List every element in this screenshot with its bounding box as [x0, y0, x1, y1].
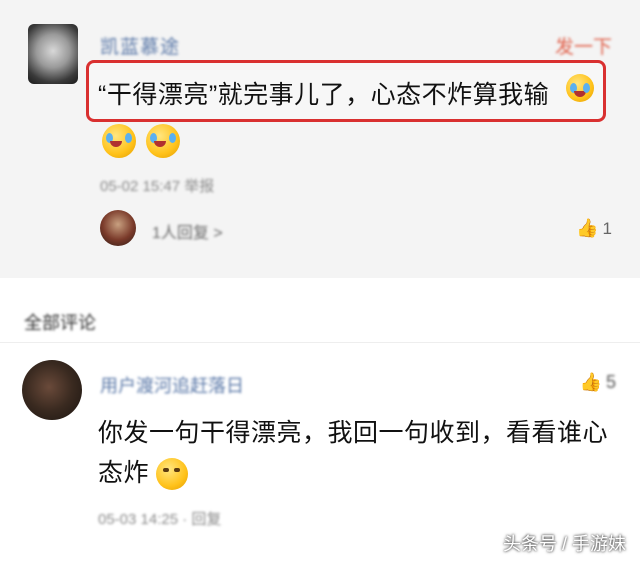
- section-title: 全部评论: [24, 313, 96, 333]
- reply-link[interactable]: 发一下: [555, 32, 612, 59]
- comment-text: 你发一句干得漂亮，我回一句收到，看看谁心态炸: [98, 413, 618, 493]
- reply-avatar[interactable]: [100, 210, 136, 246]
- crying-laughing-emoji-icon: [102, 124, 136, 158]
- watermark: 头条号 / 手游妹: [502, 534, 626, 554]
- replies-link[interactable]: 1人回复 >: [152, 219, 223, 243]
- thumb-up-icon: 👍: [576, 218, 599, 238]
- like-button[interactable]: 👍 5: [580, 372, 616, 393]
- thumb-up-icon: 👍: [579, 372, 602, 392]
- divider: [0, 342, 640, 343]
- comment-meta[interactable]: 05-02 15:47 举报: [100, 175, 214, 196]
- comment-username[interactable]: 凯蓝慕途: [100, 32, 180, 59]
- crying-laughing-emoji-icon: [566, 74, 594, 102]
- emoji-row: [102, 124, 190, 158]
- crying-laughing-emoji-icon: [146, 124, 180, 158]
- avatar[interactable]: [28, 24, 78, 84]
- like-count: 1: [602, 219, 612, 238]
- comment-username[interactable]: 用户渡河追赶落日: [100, 372, 244, 398]
- like-button[interactable]: 👍 1: [576, 218, 612, 239]
- comment-meta[interactable]: 05-03 14:25 · 回复: [98, 508, 221, 529]
- like-count: 5: [605, 372, 616, 392]
- avatar[interactable]: [22, 360, 82, 420]
- pinned-comment-card: [0, 0, 640, 278]
- thinking-emoji-icon: [156, 458, 189, 491]
- comment-text: “干得漂亮”就完事儿了，心态不炸算我输: [98, 81, 550, 109]
